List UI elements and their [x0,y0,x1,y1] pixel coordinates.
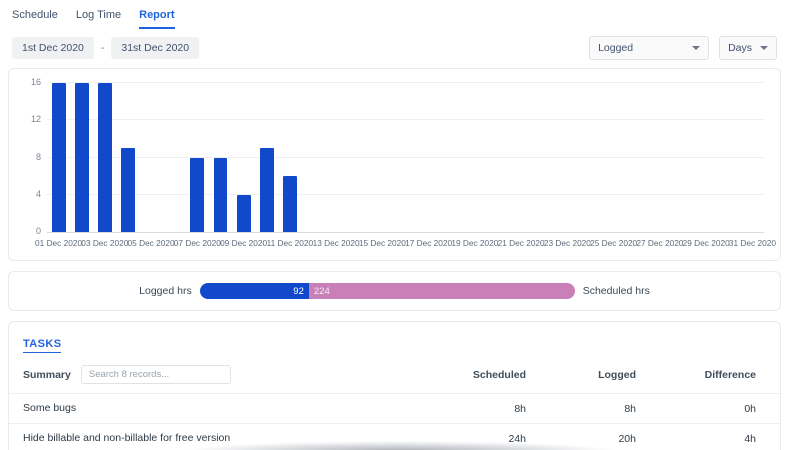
top-tabs: Schedule Log Time Report [0,0,789,29]
chart-bar-day-3[interactable] [98,83,112,232]
tab-report[interactable]: Report [139,9,174,29]
column-header-summary[interactable]: Summary [23,369,71,381]
logged-hrs-label: Logged hrs [139,285,192,297]
chart-x-labels: 01 Dec 202003 Dec 202005 Dec 202007 Dec … [47,238,764,252]
chart-bar-day-2[interactable] [75,83,89,232]
logged-hours-chart-card: 0481216 01 Dec 202003 Dec 202005 Dec 202… [8,68,781,261]
tasks-section-title: TASKS [23,338,61,353]
filter-toolbar: 1st Dec 2020 - 31st Dec 2020 Logged Days [0,29,789,68]
cell-logged: 8h [526,403,636,415]
table-row: Some bugs8h8h0h [9,393,780,423]
chevron-down-icon [692,46,700,50]
x-axis-label: 25 Dec 2020 [590,238,637,248]
y-axis-label: 8 [21,152,41,162]
date-from-chip[interactable]: 1st Dec 2020 [12,37,94,59]
x-axis-label: 05 Dec 2020 [128,238,175,248]
chart-bar-day-1[interactable] [52,83,66,232]
column-header-logged[interactable]: Logged [526,369,636,381]
scheduled-hrs-label: Scheduled hrs [583,285,650,297]
chart-bar-day-4[interactable] [121,148,135,232]
chart-bar-day-8[interactable] [214,158,228,233]
chart-bar-day-10[interactable] [260,148,274,232]
granularity-dropdown[interactable]: Days [719,36,777,60]
x-axis-label: 03 Dec 2020 [81,238,128,248]
x-axis-label: 01 Dec 2020 [35,238,82,248]
logged-vs-scheduled-card: Logged hrs 92 224 Scheduled hrs [8,271,781,311]
progress-bar: 92 224 [200,283,575,299]
scheduled-segment: 224 [309,283,575,299]
bottom-scroll-shadow [185,441,615,450]
tasks-card: TASKS Summary Scheduled Logged Differenc… [8,321,781,450]
y-axis-label: 12 [21,114,41,124]
gridline [47,119,764,120]
column-header-scheduled[interactable]: Scheduled [416,369,526,381]
metric-dropdown[interactable]: Logged [589,36,709,60]
chart-bar-day-7[interactable] [190,158,204,233]
summary-header-cell: Summary [23,365,416,384]
report-page: Schedule Log Time Report 1st Dec 2020 - … [0,0,789,450]
x-axis-label: 27 Dec 2020 [636,238,683,248]
cell-difference: 0h [636,403,756,415]
chart-plot: 0481216 [47,83,764,233]
cell-summary: Some bugs [23,401,416,416]
y-axis-label: 4 [21,189,41,199]
x-axis-label: 17 Dec 2020 [405,238,452,248]
date-to-chip[interactable]: 31st Dec 2020 [111,37,199,59]
x-axis-label: 21 Dec 2020 [498,238,545,248]
gridline [47,194,764,195]
logged-segment: 92 [200,283,309,299]
x-axis-label: 09 Dec 2020 [220,238,267,248]
x-axis-label: 19 Dec 2020 [451,238,498,248]
y-axis-label: 16 [21,77,41,87]
date-range-separator: - [101,42,105,54]
x-axis-label: 29 Dec 2020 [683,238,730,248]
y-axis-label: 0 [21,226,41,236]
cell-difference: 4h [636,433,756,445]
tab-schedule[interactable]: Schedule [12,9,58,29]
chart-bar-day-9[interactable] [237,195,251,232]
x-axis-label: 13 Dec 2020 [313,238,360,248]
tab-log-time[interactable]: Log Time [76,9,121,29]
search-input[interactable] [81,365,231,384]
granularity-dropdown-value: Days [728,42,752,54]
metric-dropdown-value: Logged [598,42,633,54]
gridline [47,82,764,83]
tasks-table-header: Summary Scheduled Logged Difference [9,363,780,393]
chevron-down-icon [760,46,768,50]
column-header-difference[interactable]: Difference [636,369,756,381]
x-axis-label: 07 Dec 2020 [174,238,221,248]
cell-scheduled: 8h [416,403,526,415]
gridline [47,157,764,158]
chart-bar-day-11[interactable] [283,176,297,232]
x-axis-label: 23 Dec 2020 [544,238,591,248]
x-axis-label: 31 Dec 2020 [729,238,776,248]
x-axis-label: 15 Dec 2020 [359,238,406,248]
x-axis-label: 11 Dec 2020 [267,238,313,248]
